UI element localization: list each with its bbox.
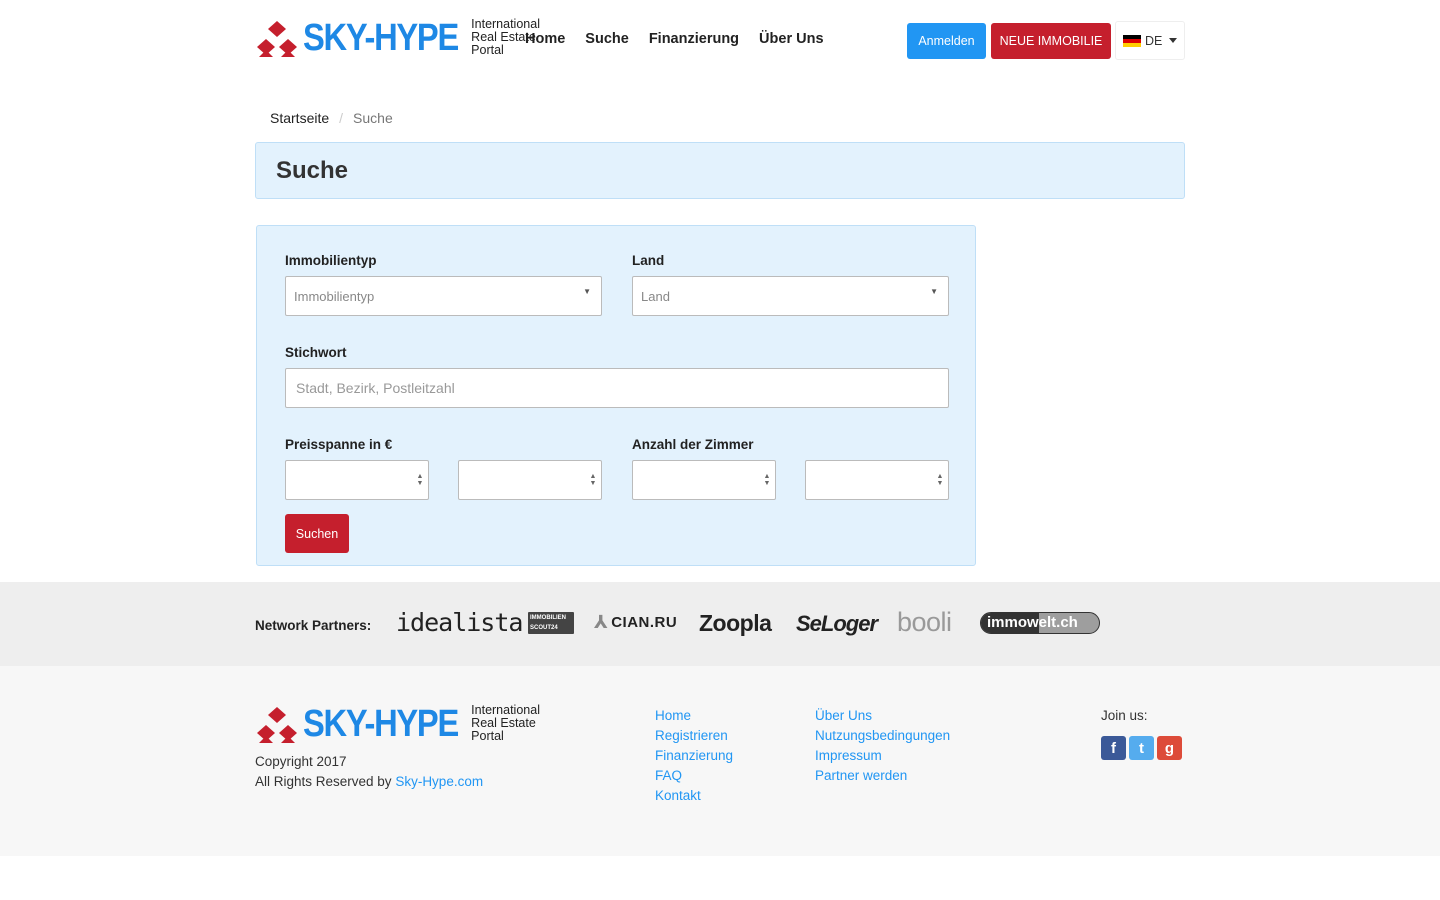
partner-logo-seloger[interactable]: SeLoger <box>796 611 878 637</box>
country-label: Land <box>632 253 665 268</box>
caret-down-icon <box>1169 38 1178 43</box>
page-title: Suche <box>276 157 349 184</box>
breadcrumb-separator: / <box>339 110 344 126</box>
rights-link[interactable]: Sky-Hype.com <box>395 774 483 789</box>
language-selector[interactable]: DE <box>1115 21 1185 60</box>
breadcrumb: Startseite / Suche <box>270 110 393 126</box>
rooms-min-input[interactable]: ▲ ▼ <box>632 460 776 500</box>
keyword-input[interactable]: Stadt, Bezirk, Postleitzahl <box>285 368 949 408</box>
keyword-label: Stichwort <box>285 345 347 360</box>
property-type-placeholder: Immobilientyp <box>294 288 375 304</box>
property-type-label: Immobilientyp <box>285 253 377 268</box>
logo-mark-icon <box>255 705 299 743</box>
nav-finanzierung[interactable]: Finanzierung <box>649 31 739 47</box>
spinner-icon[interactable]: ▲ ▼ <box>763 473 771 489</box>
site-header: SKY-HYPE International Real Estate Porta… <box>0 0 1440 82</box>
search-form: Immobilientyp Immobilientyp ▼ Land Land … <box>256 225 976 566</box>
footer-links-col1: Home Registrieren Finanzierung FAQ Konta… <box>655 708 733 804</box>
footer-link-partner-werden[interactable]: Partner werden <box>815 768 950 784</box>
rooms-max-input[interactable]: ▲ ▼ <box>805 460 949 500</box>
spinner-icon[interactable]: ▲ ▼ <box>589 473 597 489</box>
price-min-input[interactable]: ▲ ▼ <box>285 460 429 500</box>
network-partners: Network Partners: idealista IMMOBILIEN S… <box>0 582 1440 666</box>
spinner-icon[interactable]: ▲ ▼ <box>936 473 944 489</box>
partner-logo-immobilienscout24[interactable]: IMMOBILIEN SCOUT24 <box>528 612 574 634</box>
twitter-icon[interactable]: t <box>1129 736 1154 760</box>
country-placeholder: Land <box>641 288 670 304</box>
partner-logo-idealista[interactable]: idealista <box>396 608 523 637</box>
footer-link-impressum[interactable]: Impressum <box>815 748 950 764</box>
breadcrumb-current: Suche <box>353 110 393 126</box>
footer-brand-tagline: International Real Estate Portal <box>471 703 540 743</box>
partner-logo-immowelt[interactable]: immowelt.ch <box>980 612 1100 634</box>
site-logo[interactable]: SKY-HYPE International Real Estate Porta… <box>255 18 540 57</box>
footer-link-ueber-uns[interactable]: Über Uns <box>815 708 950 724</box>
footer-link-nutzungsbedingungen[interactable]: Nutzungsbedingungen <box>815 728 950 744</box>
partner-logo-booli[interactable]: booli <box>897 607 952 638</box>
price-range-label: Preisspanne in € <box>285 437 393 452</box>
nav-home[interactable]: Home <box>525 31 565 47</box>
facebook-icon[interactable]: f <box>1101 736 1126 760</box>
rights-text: All Rights Reserved by Sky-Hype.com <box>255 774 483 789</box>
footer-brand-name: SKY-HYPE <box>303 702 459 745</box>
brand-name: SKY-HYPE <box>303 16 459 59</box>
footer-link-home[interactable]: Home <box>655 708 733 724</box>
nav-ueber-uns[interactable]: Über Uns <box>759 31 823 47</box>
dropdown-arrow-icon: ▼ <box>583 287 591 296</box>
footer-link-finanzierung[interactable]: Finanzierung <box>655 748 733 764</box>
join-us-label: Join us: <box>1101 708 1148 723</box>
search-button[interactable]: Suchen <box>285 514 349 553</box>
language-code: DE <box>1145 33 1163 48</box>
site-footer: SKY-HYPE International Real Estate Porta… <box>0 666 1440 856</box>
partner-logo-cian[interactable]: ⅄ CIAN.RU <box>594 612 677 633</box>
partner-logo-immowelt-text: immowelt.ch <box>981 613 1084 633</box>
german-flag-icon <box>1123 34 1141 47</box>
main-nav: Home Suche Finanzierung Über Uns <box>525 31 824 47</box>
footer-link-faq[interactable]: FAQ <box>655 768 733 784</box>
google-plus-icon[interactable]: g <box>1157 736 1182 760</box>
footer-link-registrieren[interactable]: Registrieren <box>655 728 733 744</box>
footer-logo[interactable]: SKY-HYPE International Real Estate Porta… <box>255 704 540 743</box>
cian-mark-icon: ⅄ <box>594 612 609 632</box>
footer-link-kontakt[interactable]: Kontakt <box>655 788 733 804</box>
dropdown-arrow-icon: ▼ <box>930 287 938 296</box>
rooms-label: Anzahl der Zimmer <box>632 437 754 452</box>
new-property-button[interactable]: NEUE IMMOBILIE <box>991 23 1111 59</box>
login-button[interactable]: Anmelden <box>907 23 986 59</box>
price-max-input[interactable]: ▲ ▼ <box>458 460 602 500</box>
country-select[interactable]: Land ▼ <box>632 276 949 316</box>
partner-logo-cian-text: CIAN.RU <box>611 614 678 631</box>
rights-prefix: All Rights Reserved by <box>255 774 396 789</box>
logo-mark-icon <box>255 19 299 57</box>
partners-label: Network Partners: <box>255 618 372 633</box>
page-title-box: Suche <box>255 142 1185 199</box>
partner-logo-zoopla[interactable]: Zoopla <box>699 610 772 637</box>
footer-links-col2: Über Uns Nutzungsbedingungen Impressum P… <box>815 708 950 784</box>
copyright-text: Copyright 2017 <box>255 754 347 769</box>
breadcrumb-home[interactable]: Startseite <box>270 110 329 126</box>
property-type-select[interactable]: Immobilientyp ▼ <box>285 276 602 316</box>
nav-suche[interactable]: Suche <box>585 31 629 47</box>
spinner-icon[interactable]: ▲ ▼ <box>416 473 424 489</box>
